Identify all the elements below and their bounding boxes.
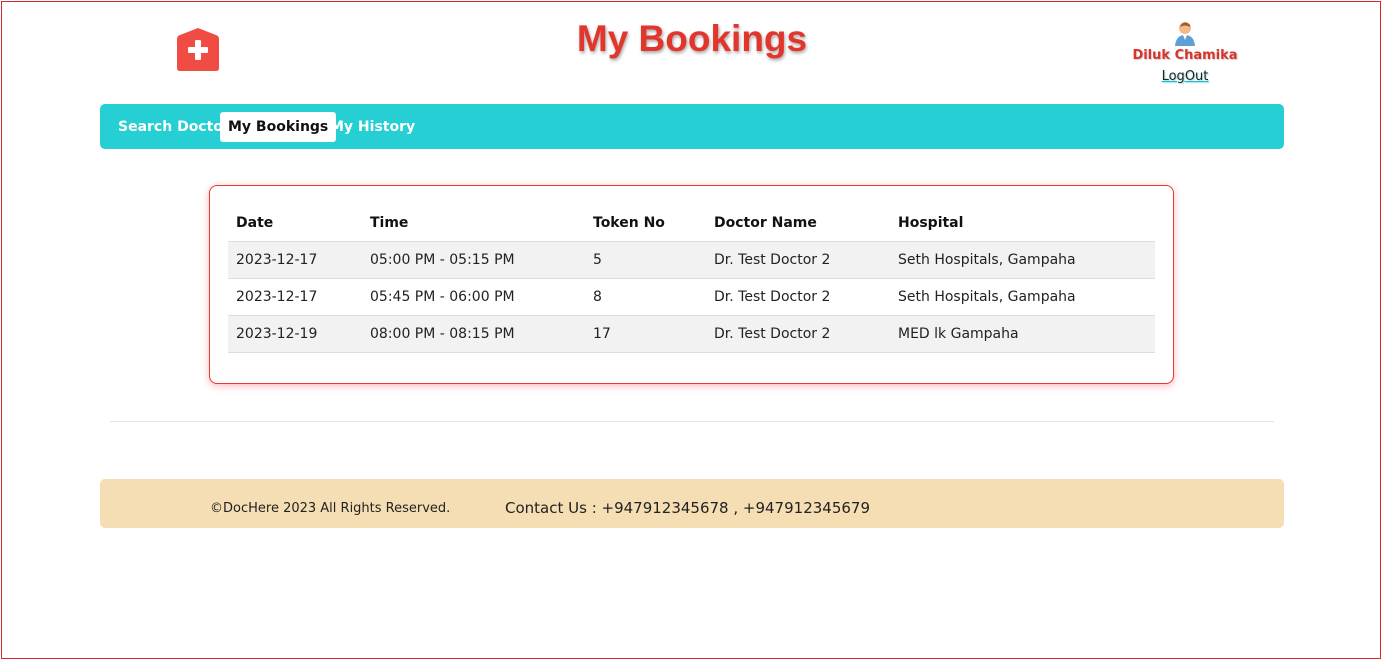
- bookings-table: Date Time Token No Doctor Name Hospital …: [228, 205, 1155, 353]
- table-row: 2023-12-17 05:00 PM - 05:15 PM 5 Dr. Tes…: [228, 241, 1155, 279]
- cell-date: 2023-12-17: [228, 241, 362, 279]
- cell-date: 2023-12-17: [228, 278, 362, 316]
- column-header-hospital: Hospital: [890, 205, 1155, 242]
- user-block: Diluk Chamika LogOut: [1120, 20, 1250, 84]
- cell-hospital: Seth Hospitals, Gampaha: [890, 278, 1155, 316]
- column-header-token: Token No: [585, 205, 706, 242]
- footer-contact: Contact Us : +947912345678 , +9479123456…: [505, 499, 870, 517]
- user-name: Diluk Chamika: [1132, 48, 1238, 63]
- cell-date: 2023-12-19: [228, 315, 362, 353]
- cell-doctor: Dr. Test Doctor 2: [706, 241, 890, 279]
- cell-token: 17: [585, 315, 706, 353]
- logout-link[interactable]: LogOut: [1162, 69, 1209, 84]
- nav-search-doctor[interactable]: Search Doctor: [110, 112, 238, 142]
- cell-time: 05:45 PM - 06:00 PM: [362, 278, 585, 316]
- cell-token: 5: [585, 241, 706, 279]
- section-divider: [110, 421, 1274, 422]
- table-row: 2023-12-17 05:45 PM - 06:00 PM 8 Dr. Tes…: [228, 278, 1155, 316]
- footer: ©DocHere 2023 All Rights Reserved. Conta…: [100, 479, 1284, 528]
- cell-doctor: Dr. Test Doctor 2: [706, 278, 890, 316]
- nav-bar: Search Doctor My Bookings My History: [100, 104, 1284, 149]
- table-header-row: Date Time Token No Doctor Name Hospital: [228, 205, 1155, 242]
- column-header-date: Date: [228, 205, 362, 242]
- nav-my-history[interactable]: My History: [322, 112, 423, 142]
- cell-time: 05:00 PM - 05:15 PM: [362, 241, 585, 279]
- cell-hospital: Seth Hospitals, Gampaha: [890, 241, 1155, 279]
- cell-token: 8: [585, 278, 706, 316]
- cell-hospital: MED lk Gampaha: [890, 315, 1155, 353]
- nav-my-bookings[interactable]: My Bookings: [220, 112, 337, 142]
- bookings-card: Date Time Token No Doctor Name Hospital …: [209, 185, 1174, 384]
- cell-doctor: Dr. Test Doctor 2: [706, 315, 890, 353]
- cell-time: 08:00 PM - 08:15 PM: [362, 315, 585, 353]
- table-row: 2023-12-19 08:00 PM - 08:15 PM 17 Dr. Te…: [228, 315, 1155, 353]
- column-header-time: Time: [362, 205, 585, 242]
- footer-copyright: ©DocHere 2023 All Rights Reserved.: [210, 501, 451, 516]
- user-avatar-icon: [1175, 22, 1195, 46]
- column-header-doctor: Doctor Name: [706, 205, 890, 242]
